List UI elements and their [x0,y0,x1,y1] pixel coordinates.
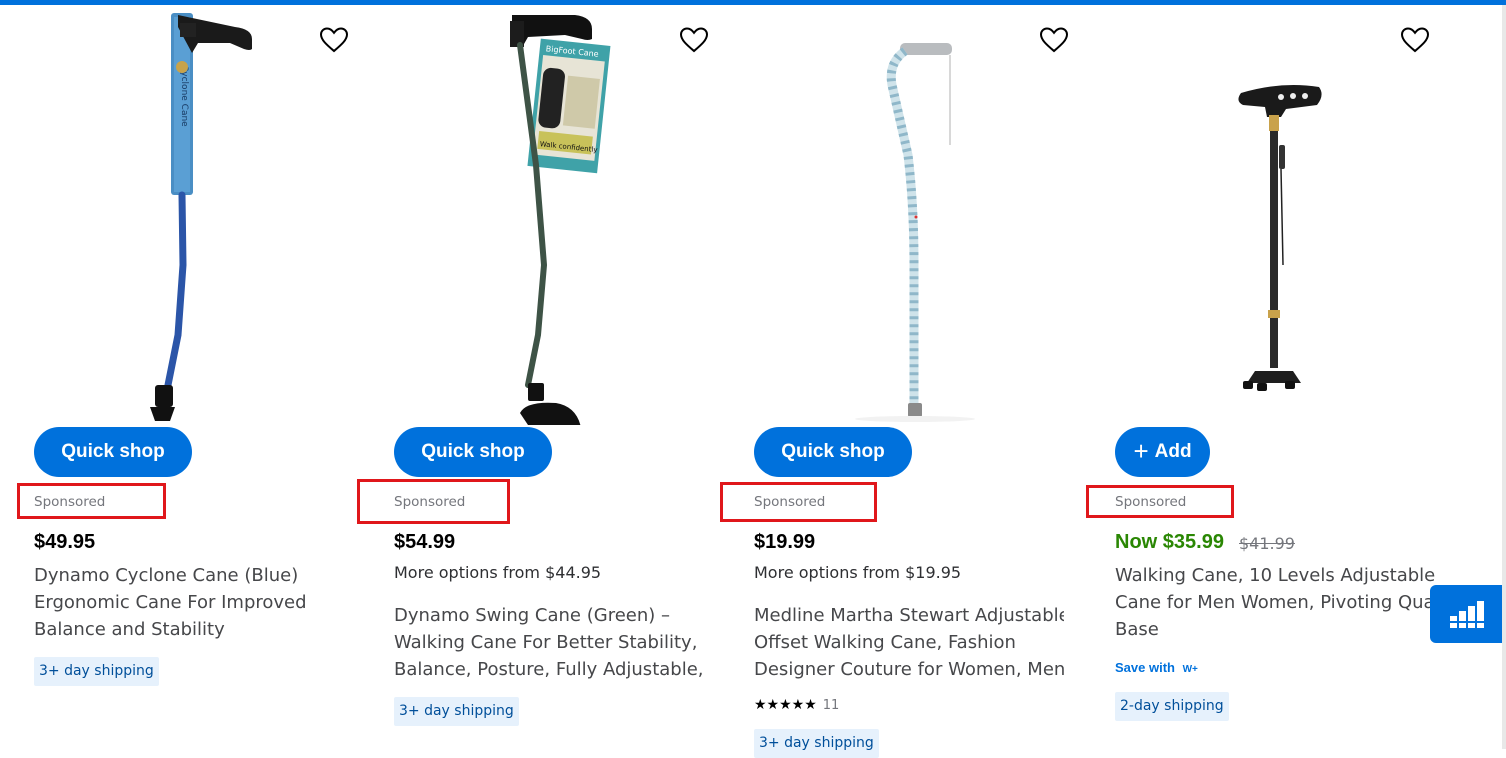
product-title-line: Cane for Men Women, Pivoting Quad [1115,592,1435,613]
walmart-plus-icon: W+ [1182,664,1198,675]
more-options-link[interactable]: More options from $19.95 [754,563,961,582]
rating-count: 11 [822,698,840,713]
favorite-heart-icon[interactable] [1039,26,1069,54]
shipping-badge: 3+ day shipping [394,697,519,726]
save-with-label: Save with [1115,660,1175,675]
product-title[interactable]: Walking Cane, 10 Levels Adjustable Cane … [1115,562,1435,643]
more-options-link[interactable]: More options from $44.95 [394,563,601,582]
product-card[interactable]: Quick shop Sponsored $19.99 More options… [720,5,1069,758]
product-title-line: Dynamo Swing Cane (Green) – [394,605,671,626]
svg-text:Cyclone Cane: Cyclone Cane [179,65,189,127]
favorite-heart-icon[interactable] [1400,26,1430,54]
was-price: $41.99 [1239,534,1295,553]
product-title[interactable]: Medline Martha Stewart Adjustable Offset… [754,602,1064,683]
product-image[interactable] [1081,5,1421,425]
product-card[interactable]: Cyclone Cane Quick shop Sponsored $49.95… [0,5,349,749]
bar-chart-icon [1450,601,1484,628]
product-title-line: Balance and Stability [34,619,225,640]
quick-shop-button[interactable]: Quick shop [34,427,192,477]
product-title-line: Walking Cane, 10 Levels Adjustable [1115,565,1435,586]
floating-feedback-button[interactable] [1430,585,1506,643]
offset-cane-image [855,43,975,422]
sale-price: Now $35.99 [1115,531,1224,553]
green-cane-image: BigFoot Cane Walk confidently [510,15,611,445]
plus-icon: + [1133,435,1149,466]
product-card[interactable]: + Add Sponsored Now $35.99 $41.99 Walkin… [1081,5,1435,749]
product-price: $49.95 [34,531,96,553]
sponsored-highlight-box [1086,485,1234,518]
shipping-badge: 3+ day shipping [34,657,159,686]
save-with-walmart-plus[interactable]: Save with W+ [1115,660,1198,675]
product-title-line: Balance, Posture, Fully Adjustable,... [394,659,704,680]
product-title-line: Walking Cane For Better Stability, [394,632,698,653]
product-title[interactable]: Dynamo Swing Cane (Green) – Walking Cane… [394,602,704,683]
add-to-cart-button[interactable]: + Add [1115,427,1210,477]
product-price: $54.99 [394,531,456,553]
product-title-line: Ergonomic Cane For Improved [34,592,307,613]
quad-cane-image [1238,85,1322,391]
product-price: $19.99 [754,531,816,553]
shipping-badge: 2-day shipping [1115,692,1229,721]
product-title-line: Base [1115,619,1159,640]
product-title-line: Designer Couture for Women, Men... [754,659,1064,680]
product-title-line: Offset Walking Cane, Fashion [754,632,1016,653]
product-image[interactable]: Cyclone Cane [0,5,340,425]
sponsored-highlight-box [720,482,877,522]
sponsored-highlight-box [17,483,166,519]
quick-shop-button[interactable]: Quick shop [394,427,552,477]
favorite-heart-icon[interactable] [319,26,349,54]
product-image[interactable] [720,5,1060,425]
favorite-heart-icon[interactable] [679,26,709,54]
shipping-badge: 3+ day shipping [754,729,879,758]
rating-stars-icon: ★★★★★ [754,697,817,713]
rating[interactable]: ★★★★★ 11 [754,697,839,713]
add-button-label: Add [1154,441,1192,462]
blue-cane-image: Cyclone Cane [150,13,252,421]
product-title[interactable]: Dynamo Cyclone Cane (Blue) Ergonomic Can… [34,562,344,643]
product-title-line: Dynamo Cyclone Cane (Blue) [34,565,299,586]
sponsored-highlight-box [357,479,510,524]
product-title-line: Medline Martha Stewart Adjustable [754,605,1064,626]
product-card[interactable]: BigFoot Cane Walk confidently Quick shop… [357,5,709,749]
product-image[interactable]: BigFoot Cane Walk confidently [360,5,700,445]
scrollbar-track[interactable] [1502,5,1506,749]
quick-shop-button[interactable]: Quick shop [754,427,912,477]
